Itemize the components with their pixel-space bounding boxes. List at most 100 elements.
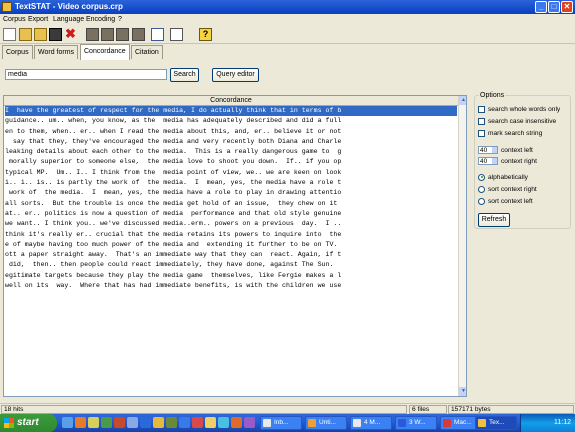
radio-icon[interactable] <box>478 197 485 205</box>
sort-context-left-radio[interactable]: sort context left <box>478 197 533 206</box>
menu-corpus[interactable]: Corpus <box>3 16 26 23</box>
quicklaunch-icon[interactable] <box>62 417 73 428</box>
menu-bar: Corpus Export Language Encoding ? <box>0 14 575 25</box>
concordance-line[interactable]: well on its way. Where that has had imme… <box>5 281 457 291</box>
radio-icon[interactable] <box>478 173 485 181</box>
close-button[interactable]: ✕ <box>561 1 573 13</box>
windows-flag-icon <box>4 418 14 428</box>
mark-search-string-checkbox[interactable]: mark search string <box>478 129 542 138</box>
firefox-icon <box>308 419 316 427</box>
title-bar: TextSTAT - Video corpus.crp _ □ ✕ <box>0 0 575 14</box>
concordance-line[interactable]: en to them, when.. er.. when I read the … <box>5 127 457 137</box>
search-input[interactable] <box>5 69 167 80</box>
quicklaunch-icon[interactable] <box>75 417 86 428</box>
toolbar: ✖ ? <box>0 26 575 44</box>
query-editor-button[interactable]: Query editor <box>212 68 259 82</box>
concordance-line[interactable]: all sorts. But the trouble is once the m… <box>5 199 457 209</box>
concordance-line[interactable]: typical MP. Um.. I.. I think from the me… <box>5 168 457 178</box>
concordance-line[interactable]: egitimate targets because they play the … <box>5 271 457 281</box>
context-right-spinner[interactable]: 40 <box>478 157 498 166</box>
window-title: TextSTAT - Video corpus.crp <box>15 2 123 11</box>
quicklaunch-icon[interactable] <box>244 417 255 428</box>
concordance-list: I have the greatest of respect for the m… <box>5 106 457 291</box>
taskbar-task-textstat[interactable]: Tex... <box>475 416 517 430</box>
quicklaunch-icon[interactable] <box>114 417 125 428</box>
concordance-line[interactable]: think it's really er.. crucial that the … <box>5 230 457 240</box>
menu-encoding[interactable]: Encoding <box>86 16 115 23</box>
radio-icon[interactable] <box>478 185 485 193</box>
whole-words-checkbox[interactable]: search whole words only <box>478 105 560 114</box>
help-icon[interactable]: ? <box>199 28 212 41</box>
remove-file-icon[interactable] <box>132 28 145 41</box>
new-corpus-icon[interactable] <box>3 28 16 41</box>
minimize-button[interactable]: _ <box>535 1 547 13</box>
quicklaunch-icon[interactable] <box>231 417 242 428</box>
scroll-up-icon[interactable]: ▲ <box>459 96 466 105</box>
concordance-line[interactable]: ott a paper straight away. That's an imm… <box>5 250 457 260</box>
quicklaunch-icon[interactable] <box>166 417 177 428</box>
quicklaunch-icon[interactable] <box>101 417 112 428</box>
taskbar-task-untitled[interactable]: Unti... <box>305 416 347 430</box>
taskbar-task-inbox[interactable]: Inb... <box>260 416 302 430</box>
quicklaunch-icon[interactable] <box>179 417 190 428</box>
tab-corpus[interactable]: Corpus <box>2 45 33 59</box>
concordance-line[interactable]: at.. er.. politics is now a question of … <box>5 209 457 219</box>
quicklaunch-icon[interactable] <box>205 417 216 428</box>
concordance-line[interactable]: e of maybe having too much power of the … <box>5 240 457 250</box>
checkbox-icon[interactable] <box>478 105 485 113</box>
tab-word-forms[interactable]: Word forms <box>34 45 79 59</box>
options-icon[interactable] <box>170 28 183 41</box>
quicklaunch-icon[interactable] <box>127 417 138 428</box>
sort-context-right-radio[interactable]: sort context right <box>478 185 537 194</box>
file-count: 6 files <box>409 405 447 414</box>
add-web-icon[interactable] <box>116 28 129 41</box>
delete-icon[interactable]: ✖ <box>64 27 77 41</box>
start-button[interactable]: start <box>0 414 57 432</box>
checkbox-icon[interactable] <box>478 117 485 125</box>
quicklaunch-icon[interactable] <box>153 417 164 428</box>
case-insensitive-checkbox[interactable]: search case insensitive <box>478 117 556 126</box>
options-title: Options <box>479 92 506 99</box>
taskbar-task-4m[interactable]: 4 M... <box>350 416 392 430</box>
menu-export[interactable]: Export <box>28 16 48 23</box>
concordance-line[interactable]: morally superior to someone else, the me… <box>5 157 457 167</box>
save-icon[interactable] <box>49 28 62 41</box>
tab-concordance[interactable]: Concordance <box>80 44 130 60</box>
concordance-line[interactable]: leaking details about each other to the … <box>5 147 457 157</box>
refresh-button[interactable]: Refresh <box>478 213 510 227</box>
context-left-row: 40 context left <box>478 146 533 155</box>
quicklaunch-icon[interactable] <box>88 417 99 428</box>
sort-alphabetically-radio[interactable]: alphabetically <box>478 173 528 182</box>
scroll-down-icon[interactable]: ▼ <box>459 387 466 396</box>
concordance-panel: Concordance I have the greatest of respe… <box>3 95 467 397</box>
checkbox-icon[interactable] <box>478 129 485 137</box>
concordance-line[interactable]: work of the media. I mean, yes, the medi… <box>5 188 457 198</box>
context-right-row: 40 context right <box>478 157 537 166</box>
concordance-line[interactable]: we want.. I think you.. we've discussed … <box>5 219 457 229</box>
table-icon[interactable] <box>151 28 164 41</box>
concordance-line[interactable]: i.. i.. is.. is partly the work of the m… <box>5 178 457 188</box>
vertical-scrollbar[interactable]: ▲ ▼ <box>458 96 466 396</box>
system-tray: 11:12 <box>520 414 575 432</box>
concordance-line[interactable]: did, then.. then people could react imme… <box>5 260 457 270</box>
concordance-header[interactable]: Concordance <box>4 96 458 106</box>
clock[interactable]: 11:12 <box>554 419 571 426</box>
tab-citation[interactable]: Citation <box>131 45 163 59</box>
add-folder-icon[interactable] <box>101 28 114 41</box>
concordance-line[interactable]: say that they, they've encouraged the me… <box>5 137 457 147</box>
quicklaunch-icon[interactable] <box>192 417 203 428</box>
concordance-line[interactable]: guidance.. um.. when, you know, as the m… <box>5 116 457 126</box>
open-folder-icon-2[interactable] <box>34 28 47 41</box>
open-folder-icon[interactable] <box>19 28 32 41</box>
options-group: Options search whole words only search c… <box>474 92 571 229</box>
quicklaunch-icon[interactable] <box>140 417 151 428</box>
search-button[interactable]: Search <box>170 68 199 82</box>
menu-language[interactable]: Language <box>53 16 84 23</box>
menu-help[interactable]: ? <box>118 16 122 23</box>
context-left-spinner[interactable]: 40 <box>478 146 498 155</box>
quicklaunch-icon[interactable] <box>218 417 229 428</box>
taskbar-task-3w[interactable]: 3 W... <box>395 416 437 430</box>
maximize-button[interactable]: □ <box>548 1 560 13</box>
add-file-icon[interactable] <box>86 28 99 41</box>
concordance-line[interactable]: I have the greatest of respect for the m… <box>5 106 457 117</box>
